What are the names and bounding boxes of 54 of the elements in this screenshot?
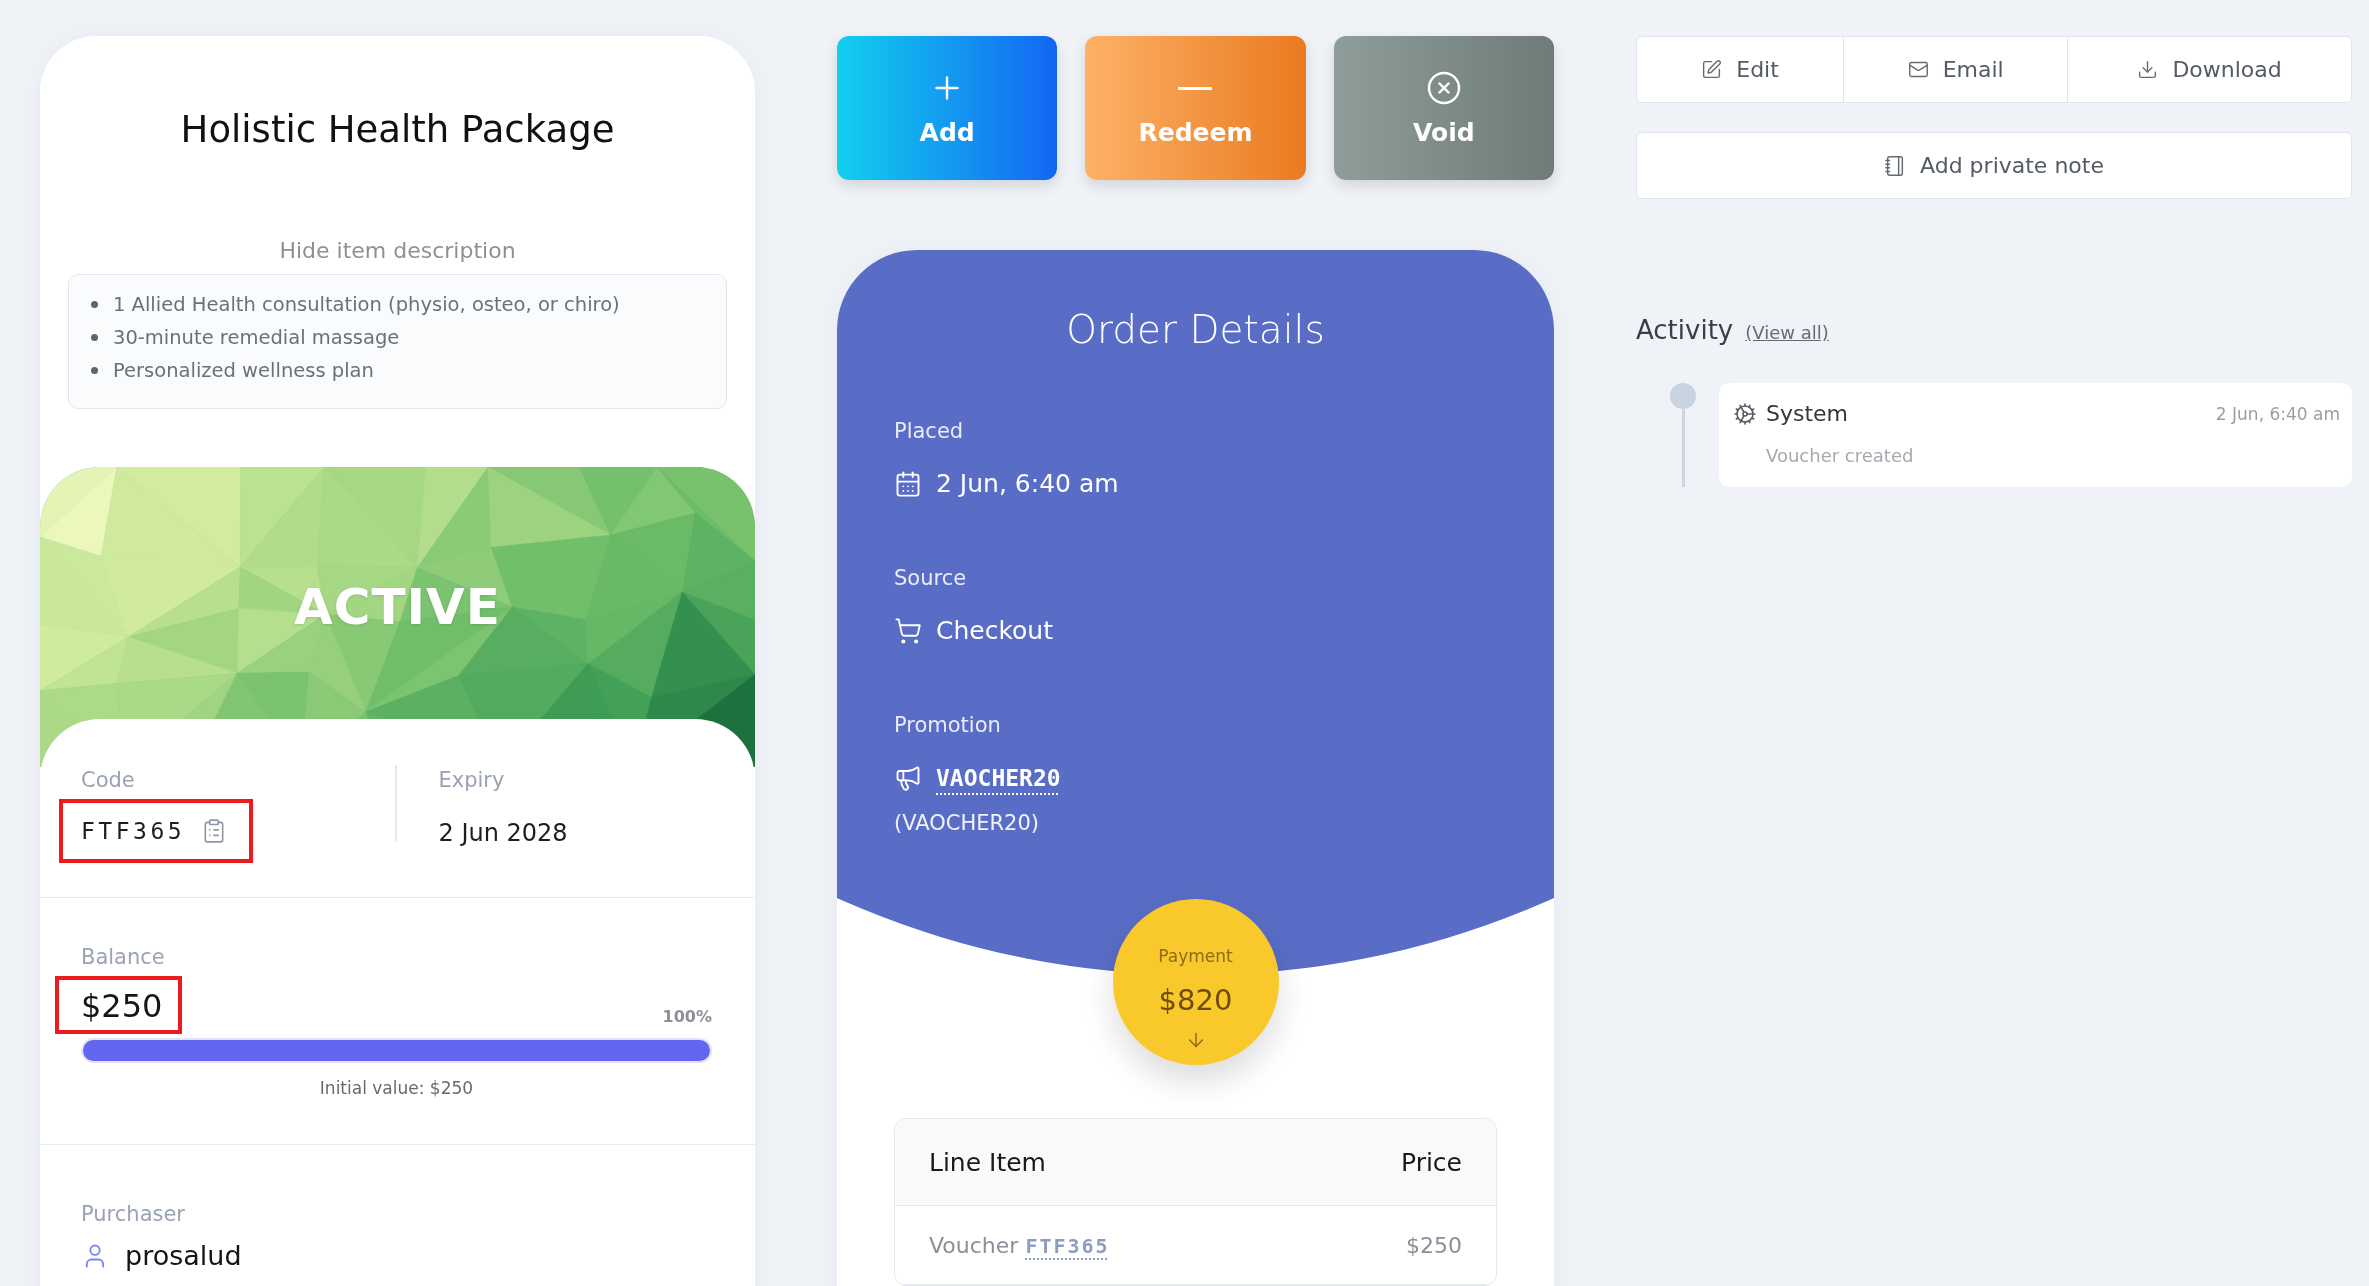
megaphone-icon bbox=[894, 764, 922, 792]
activity-time: 2 Jun, 6:40 am bbox=[2215, 404, 2340, 424]
field-label: Source bbox=[894, 565, 967, 592]
activity-actor: System bbox=[1766, 400, 1849, 428]
field-label: Purchaser bbox=[81, 1201, 185, 1228]
minus-icon bbox=[1178, 86, 1213, 90]
field-label: Expiry bbox=[438, 767, 505, 794]
expiry-date: 2 Jun 2028 bbox=[438, 818, 568, 849]
view-all-link[interactable]: (View all) bbox=[1745, 322, 1829, 343]
bullet-icon bbox=[91, 301, 98, 308]
placed-date: 2 Jun, 6:40 am bbox=[936, 468, 1119, 500]
field-label: Placed bbox=[894, 418, 964, 445]
purchaser-name: prosalud bbox=[125, 1241, 242, 1271]
gear-icon bbox=[1733, 402, 1757, 426]
source-value: Checkout bbox=[936, 615, 1053, 647]
description-toggle[interactable]: Hide item description bbox=[279, 236, 516, 266]
initial-value: Initial value: $250 bbox=[319, 1077, 474, 1100]
payment-label: Payment bbox=[1158, 945, 1233, 968]
item-title: Holistic Health Package bbox=[179, 107, 616, 153]
description-item: Personalized wellness plan bbox=[113, 358, 374, 384]
balance-amount: $250 bbox=[81, 986, 163, 1026]
email-button[interactable]: Email bbox=[1842, 36, 2069, 103]
void-button[interactable]: Void bbox=[1333, 36, 1554, 180]
table-cell: Voucher FTF365 bbox=[929, 1232, 1110, 1258]
download-button[interactable]: Download bbox=[2067, 36, 2352, 103]
table-cell: $250 bbox=[1406, 1232, 1462, 1258]
promo-code-link[interactable]: VAOCHER20 bbox=[936, 760, 1061, 796]
order-title: Order Details bbox=[1066, 306, 1325, 354]
voucher-code: FTF365 bbox=[81, 817, 186, 846]
description-item: 1 Allied Health consultation (physio, osteo, or chiro) bbox=[113, 292, 620, 318]
status-label: ACTIVE bbox=[294, 578, 501, 636]
envelope-icon bbox=[1907, 59, 1929, 80]
field-label: Balance bbox=[81, 944, 165, 971]
payment-amount: $820 bbox=[1158, 982, 1233, 1019]
pencil-icon bbox=[1701, 59, 1723, 80]
field-label: Code bbox=[81, 767, 135, 794]
balance-percent: 100% bbox=[662, 1007, 712, 1026]
circle-x-icon bbox=[1425, 69, 1462, 106]
voucher-code-link[interactable]: FTF365 bbox=[1025, 1233, 1110, 1258]
add-button[interactable]: Add bbox=[837, 36, 1058, 180]
download-icon bbox=[2137, 59, 2159, 80]
edit-button[interactable]: Edit bbox=[1636, 36, 1845, 103]
field-label: Promotion bbox=[894, 712, 1001, 739]
cart-icon bbox=[894, 617, 922, 645]
promo-code-note: (VAOCHER20) bbox=[894, 810, 1039, 837]
description-item: 30-minute remedial massage bbox=[113, 325, 400, 351]
column-header: Line Item bbox=[929, 1147, 1046, 1177]
activity-text: Voucher created bbox=[1766, 444, 1914, 468]
add-note-button[interactable]: Add private note bbox=[1636, 132, 2352, 199]
column-header: Price bbox=[1401, 1147, 1462, 1177]
activity-title: Activity bbox=[1636, 314, 1734, 347]
bullet-icon bbox=[91, 334, 98, 341]
calendar-icon bbox=[894, 470, 922, 498]
bullet-icon bbox=[91, 367, 98, 374]
